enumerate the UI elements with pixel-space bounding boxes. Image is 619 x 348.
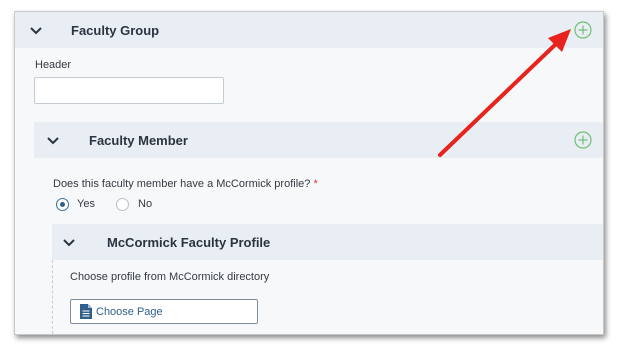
red-arrow (438, 29, 571, 157)
